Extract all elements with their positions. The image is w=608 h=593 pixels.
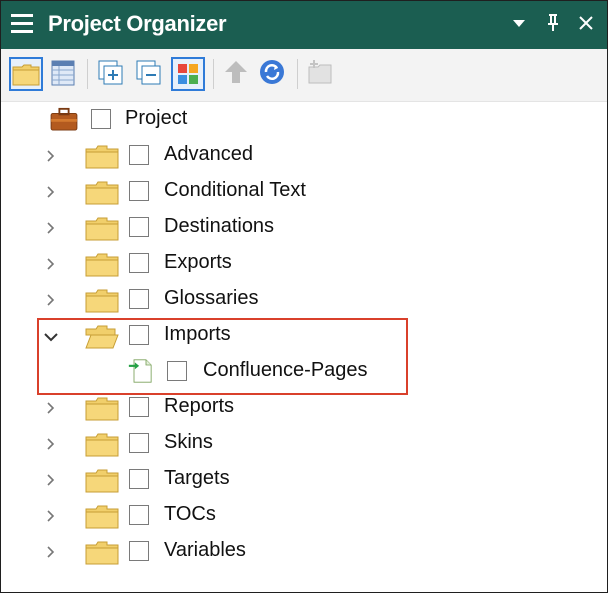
folder-icon — [85, 289, 119, 313]
tree-item-label: Glossaries — [164, 287, 259, 309]
folder-icon — [85, 145, 119, 169]
chevron-right-icon[interactable] — [44, 473, 58, 487]
folder-icon — [85, 397, 119, 421]
new-folder-button[interactable] — [305, 57, 339, 91]
folder-icon — [85, 253, 119, 277]
title-bar: Project Organizer — [1, 1, 607, 49]
checkbox[interactable] — [129, 433, 149, 453]
hamburger-menu-icon[interactable] — [11, 12, 35, 36]
tree-item-variables[interactable]: Variables — [1, 533, 607, 569]
checkbox[interactable] — [129, 145, 149, 165]
checkbox[interactable] — [129, 541, 149, 561]
collapse-all-button[interactable] — [133, 57, 167, 91]
toolbar-separator — [213, 59, 214, 89]
folder-icon — [85, 505, 119, 529]
up-arrow-icon — [225, 61, 247, 83]
checkbox[interactable] — [129, 253, 149, 273]
new-folder-icon — [308, 60, 332, 84]
folder-icon — [85, 433, 119, 457]
folder-icon — [12, 64, 40, 86]
checkbox[interactable] — [129, 397, 149, 417]
pin-icon[interactable] — [545, 11, 561, 41]
chevron-right-icon[interactable] — [44, 437, 58, 451]
tree-item-glossaries[interactable]: Glossaries — [1, 281, 607, 317]
chevron-right-icon[interactable] — [44, 221, 58, 235]
color-grid-button[interactable] — [171, 57, 205, 91]
chevron-right-icon[interactable] — [44, 293, 58, 307]
tree-item-label: Exports — [164, 251, 232, 273]
chevron-right-icon[interactable] — [44, 149, 58, 163]
refresh-button[interactable] — [257, 57, 291, 91]
tree-item-label: Advanced — [164, 143, 253, 165]
checkbox[interactable] — [129, 469, 149, 489]
tree-item-conditional-text[interactable]: Conditional Text — [1, 173, 607, 209]
tree-item-exports[interactable]: Exports — [1, 245, 607, 281]
chevron-right-icon[interactable] — [44, 257, 58, 271]
tree-item-label: TOCs — [164, 503, 216, 525]
move-up-button[interactable] — [221, 57, 255, 91]
panel-title: Project Organizer — [48, 11, 227, 36]
checkbox[interactable] — [129, 289, 149, 309]
folder-icon — [85, 181, 119, 205]
tree-item-targets[interactable]: Targets — [1, 461, 607, 497]
expand-all-button[interactable] — [95, 57, 129, 91]
folder-icon — [85, 469, 119, 493]
expand-all-icon — [98, 60, 123, 85]
checkbox[interactable] — [91, 109, 111, 129]
tree-root-label: Project — [125, 107, 188, 129]
folder-icon — [85, 541, 119, 565]
table-icon — [51, 60, 75, 86]
chevron-right-icon[interactable] — [44, 509, 58, 523]
folder-view-button[interactable] — [9, 57, 43, 91]
highlight-box — [37, 318, 408, 395]
color-grid-icon — [178, 64, 198, 84]
toolbar-separator — [87, 59, 88, 89]
tree-item-label: Destinations — [164, 215, 275, 237]
tree-item-label: Targets — [164, 467, 230, 489]
refresh-icon — [260, 60, 284, 84]
tree-item-label: Reports — [164, 395, 235, 417]
close-icon[interactable] — [577, 11, 595, 41]
triangle-down-icon[interactable] — [511, 11, 527, 41]
checkbox[interactable] — [129, 181, 149, 201]
collapse-all-icon — [136, 60, 161, 85]
tree-root-row[interactable]: Project — [1, 101, 607, 137]
tree-item-label: Skins — [164, 431, 213, 453]
tree-item-label: Variables — [164, 539, 246, 561]
toolbar — [1, 49, 607, 102]
chevron-right-icon[interactable] — [44, 545, 58, 559]
tree-item-destinations[interactable]: Destinations — [1, 209, 607, 245]
project-organizer-panel: Project Organizer Project Advanced Condi… — [0, 0, 608, 593]
briefcase-icon — [50, 107, 78, 131]
tree-item-skins[interactable]: Skins — [1, 425, 607, 461]
table-view-button[interactable] — [47, 57, 81, 91]
chevron-right-icon[interactable] — [44, 401, 58, 415]
chevron-right-icon[interactable] — [44, 185, 58, 199]
checkbox[interactable] — [129, 217, 149, 237]
tree-item-advanced[interactable]: Advanced — [1, 137, 607, 173]
tree-item-label: Conditional Text — [164, 179, 306, 201]
checkbox[interactable] — [129, 505, 149, 525]
folder-icon — [85, 217, 119, 241]
tree-item-tocs[interactable]: TOCs — [1, 497, 607, 533]
toolbar-separator — [297, 59, 298, 89]
